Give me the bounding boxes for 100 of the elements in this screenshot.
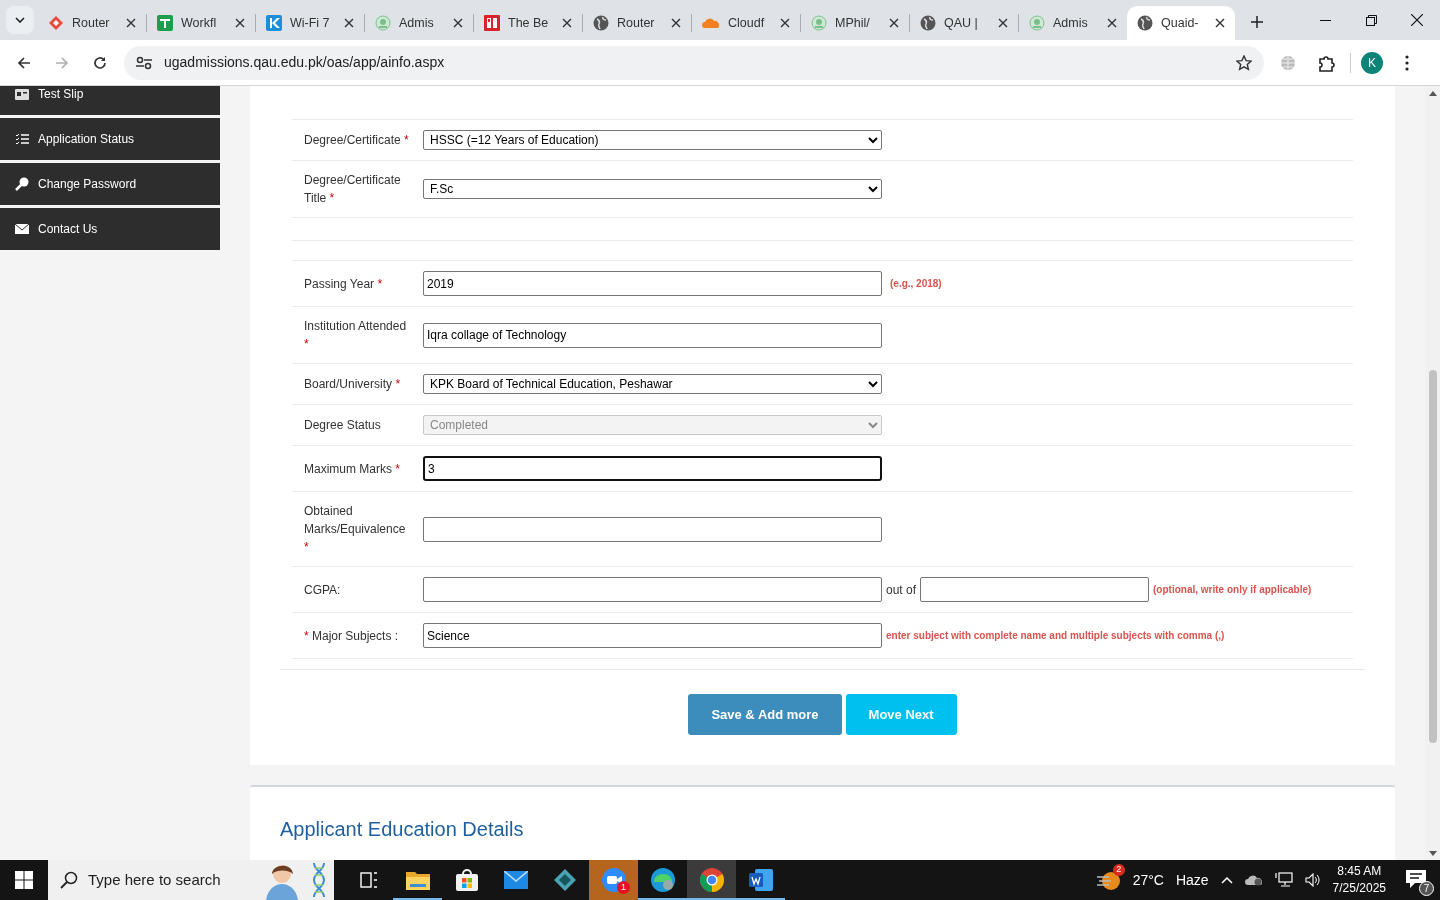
action-button[interactable]: Save & Add more bbox=[688, 694, 842, 735]
browser-tab[interactable]: Wi-Fi 7 bbox=[256, 6, 364, 40]
browser-wave-icon[interactable] bbox=[650, 868, 675, 892]
key-icon bbox=[15, 177, 29, 191]
cloud-icon bbox=[702, 17, 720, 29]
section-title: Applicant Education Details bbox=[280, 817, 525, 841]
taskbar-search-box[interactable]: Type here to search bbox=[48, 860, 334, 900]
field-label: Obtained Marks/Equivalence * bbox=[304, 503, 407, 556]
browser-tab[interactable]: Cloudf bbox=[692, 6, 800, 40]
site-info-icon[interactable] bbox=[136, 55, 152, 70]
chevron-logo-icon bbox=[266, 15, 282, 31]
clock-time[interactable]: 8:45 AM bbox=[1332, 863, 1386, 880]
search-icon bbox=[60, 871, 78, 889]
close-icon[interactable] bbox=[235, 18, 245, 28]
browser-tab[interactable]: Workfl bbox=[147, 6, 255, 40]
input-field[interactable]: Iqra collage of Technology bbox=[423, 322, 882, 348]
temperature-text: 27°C bbox=[1132, 870, 1164, 890]
notification-badge: 1 bbox=[617, 881, 630, 894]
notification-badge: 2 bbox=[1112, 863, 1125, 876]
input-field[interactable] bbox=[920, 577, 1150, 602]
star-icon[interactable] bbox=[1236, 54, 1252, 71]
close-icon[interactable] bbox=[998, 18, 1008, 28]
globe-icon bbox=[593, 15, 609, 31]
reload-icon[interactable] bbox=[93, 55, 107, 70]
notification-icon[interactable] bbox=[1406, 870, 1426, 889]
browser-tab[interactable]: QAU | bbox=[910, 6, 1018, 40]
task-view-icon[interactable] bbox=[359, 872, 378, 888]
minimize-icon[interactable] bbox=[1319, 19, 1331, 21]
video-call-icon[interactable] bbox=[601, 868, 626, 892]
emblem-icon bbox=[1029, 15, 1045, 31]
input-field[interactable]: 2019 bbox=[423, 271, 882, 296]
new-tab-icon[interactable] bbox=[1251, 16, 1263, 28]
close-icon[interactable] bbox=[671, 18, 681, 28]
input-field[interactable]: 3 bbox=[423, 456, 882, 481]
hint-text: enter subject with complete name and multiple subjects with comma (,) bbox=[886, 629, 1225, 643]
folder-icon[interactable] bbox=[405, 870, 430, 890]
browser-tab[interactable]: Admis bbox=[1019, 6, 1127, 40]
browser-tab[interactable]: Router bbox=[583, 6, 691, 40]
menu-icon[interactable] bbox=[1405, 54, 1409, 71]
diamond-logo-icon bbox=[48, 15, 64, 31]
field-label: * Major Subjects : bbox=[304, 627, 400, 645]
field-label: Passing Year * bbox=[304, 275, 384, 293]
out-of-label: out of bbox=[886, 581, 917, 599]
chevron-up-icon[interactable] bbox=[1220, 876, 1233, 884]
emblem-icon bbox=[811, 15, 827, 31]
close-icon[interactable] bbox=[453, 18, 463, 28]
scroll-down-icon[interactable] bbox=[1428, 851, 1437, 856]
hint-text: (optional, write only if applicable) bbox=[1153, 583, 1312, 597]
input-field[interactable]: Science bbox=[423, 623, 882, 648]
tab-search-button[interactable] bbox=[6, 6, 34, 34]
close-icon[interactable] bbox=[780, 18, 790, 28]
close-icon[interactable] bbox=[889, 18, 899, 28]
sidebar-item[interactable]: Application Status bbox=[0, 118, 220, 160]
input-field[interactable] bbox=[423, 516, 882, 542]
sidebar-item[interactable]: Contact Us bbox=[0, 208, 220, 250]
square-logo-icon bbox=[484, 15, 500, 31]
dropdown[interactable]: KPK Board of Technical Education, Peshawar bbox=[423, 374, 882, 394]
chrome-icon[interactable] bbox=[699, 868, 724, 892]
dropdown[interactable]: HSSC (=12 Years of Education) bbox=[423, 130, 882, 150]
field-label: Degree/Certificate Title * bbox=[304, 172, 402, 207]
browser-tab[interactable]: Admis bbox=[365, 6, 473, 40]
envelope-icon[interactable] bbox=[503, 871, 528, 889]
close-icon[interactable] bbox=[1215, 18, 1225, 28]
sidebar-item[interactable]: Test Slip bbox=[0, 86, 220, 115]
checklist-icon bbox=[15, 133, 29, 145]
profile-avatar[interactable]: K bbox=[1361, 51, 1383, 74]
shopping-bag-icon[interactable] bbox=[455, 869, 478, 891]
back-arrow-icon[interactable] bbox=[17, 55, 31, 70]
emblem-icon bbox=[375, 15, 391, 31]
globe-icon bbox=[1137, 15, 1153, 31]
sidebar-item[interactable]: Change Password bbox=[0, 163, 220, 205]
puzzle-icon[interactable] bbox=[1317, 53, 1335, 72]
browser-tab[interactable]: The Be bbox=[474, 6, 582, 40]
network-icon[interactable] bbox=[1274, 872, 1293, 888]
clock-date[interactable]: 7/25/2025 bbox=[1332, 880, 1386, 897]
address-bar[interactable]: ugadmissions.qau.edu.pk/oas/app/ainfo.aspx bbox=[124, 45, 1264, 80]
scroll-up-icon[interactable] bbox=[1428, 91, 1437, 96]
document-app-icon[interactable] bbox=[748, 869, 773, 891]
notification-count: 7 bbox=[1419, 881, 1434, 896]
close-icon[interactable] bbox=[126, 18, 136, 28]
browser-tab[interactable]: Router bbox=[38, 6, 146, 40]
cloud-sync-icon[interactable] bbox=[1244, 874, 1263, 886]
browser-tab[interactable]: MPhil/ bbox=[801, 6, 909, 40]
close-icon[interactable] bbox=[1107, 18, 1117, 28]
dropdown[interactable]: F.Sc bbox=[423, 179, 882, 199]
diamond-app-icon[interactable] bbox=[553, 869, 576, 891]
field-label: Institution Attended * bbox=[304, 318, 408, 353]
close-icon[interactable] bbox=[1411, 14, 1423, 26]
browser-tab[interactable]: Quaid- bbox=[1127, 6, 1235, 40]
scrollbar-thumb[interactable] bbox=[1428, 370, 1437, 743]
envelope-icon bbox=[15, 224, 29, 234]
field-label: Degree/Certificate * bbox=[304, 132, 410, 149]
field-label: Maximum Marks * bbox=[304, 460, 402, 478]
input-field[interactable] bbox=[423, 577, 882, 602]
hint-text: (e.g., 2018) bbox=[890, 277, 942, 291]
close-icon[interactable] bbox=[562, 18, 572, 28]
restore-icon[interactable] bbox=[1365, 14, 1377, 26]
close-icon[interactable] bbox=[344, 18, 354, 28]
windows-logo-icon[interactable] bbox=[15, 871, 33, 889]
volume-icon[interactable] bbox=[1304, 873, 1321, 887]
